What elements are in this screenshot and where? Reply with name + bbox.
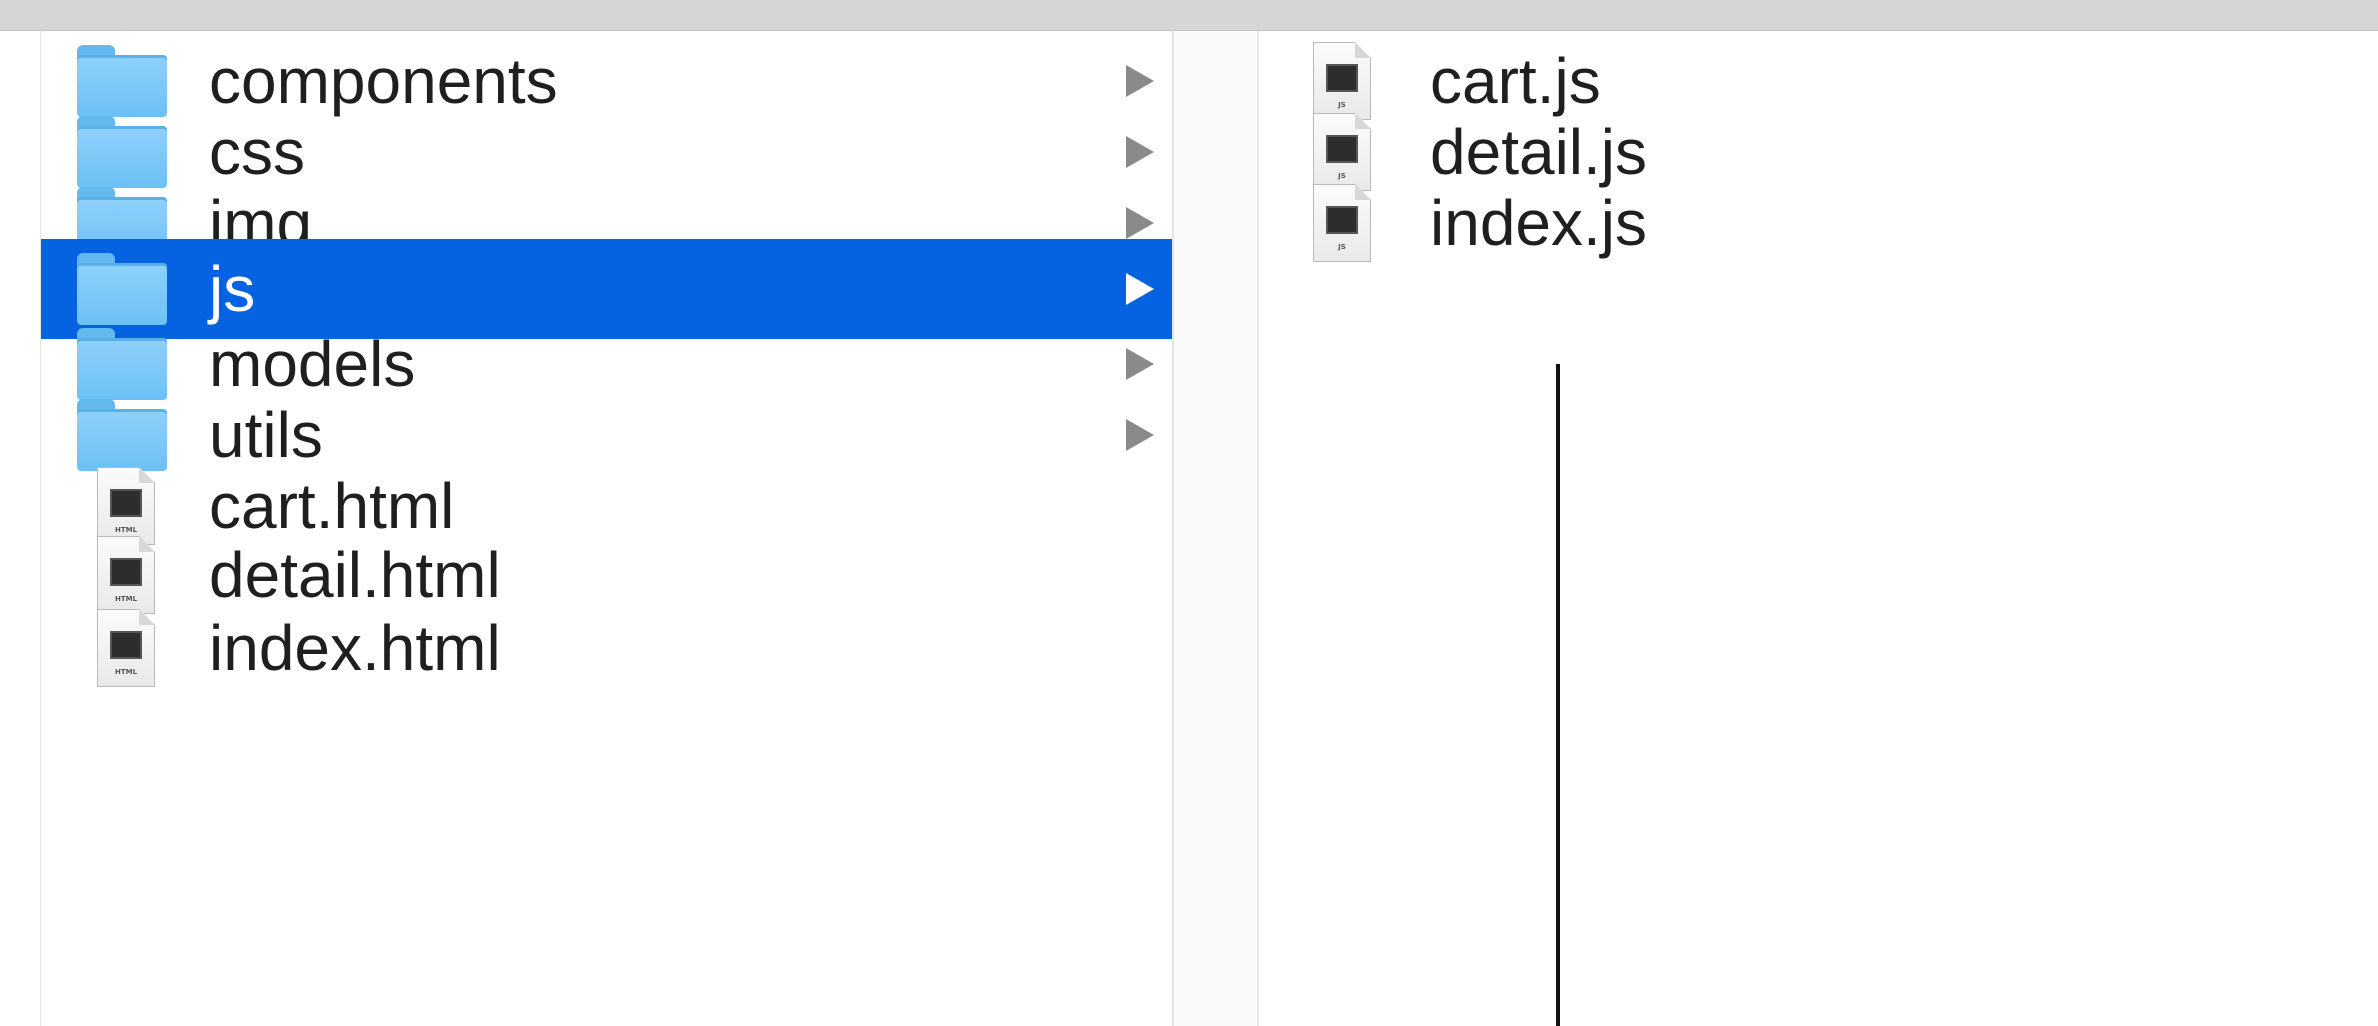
column-parent-folder[interactable]: components css img js models utils HTML …: [41, 31, 1174, 1026]
chevron-right-icon: [1126, 136, 1154, 168]
chevron-right-icon: [1126, 207, 1154, 239]
text-cursor: [1556, 364, 1560, 1026]
toolbar-strip: [0, 0, 2378, 31]
column-js-folder[interactable]: JS cart.js JS detail.js JS index.js: [1259, 31, 2378, 1026]
item-label: index.js: [1430, 187, 1647, 259]
chevron-right-icon: [1126, 348, 1154, 380]
file-row-index-html[interactable]: HTML index.html: [41, 598, 1172, 698]
chevron-right-icon: [1126, 419, 1154, 451]
item-label: index.html: [209, 612, 501, 684]
column-divider[interactable]: [1175, 31, 1259, 1026]
chevron-right-icon: [1126, 65, 1154, 97]
item-label: js: [209, 253, 256, 325]
left-gutter: [0, 31, 41, 1026]
js-file-icon: JS: [1313, 184, 1371, 262]
chevron-right-icon: [1126, 273, 1154, 305]
html-file-icon: HTML: [97, 609, 155, 687]
file-row-index-js[interactable]: JS index.js: [1259, 173, 2378, 273]
finder-window: components css img js models utils HTML …: [0, 0, 2378, 1026]
